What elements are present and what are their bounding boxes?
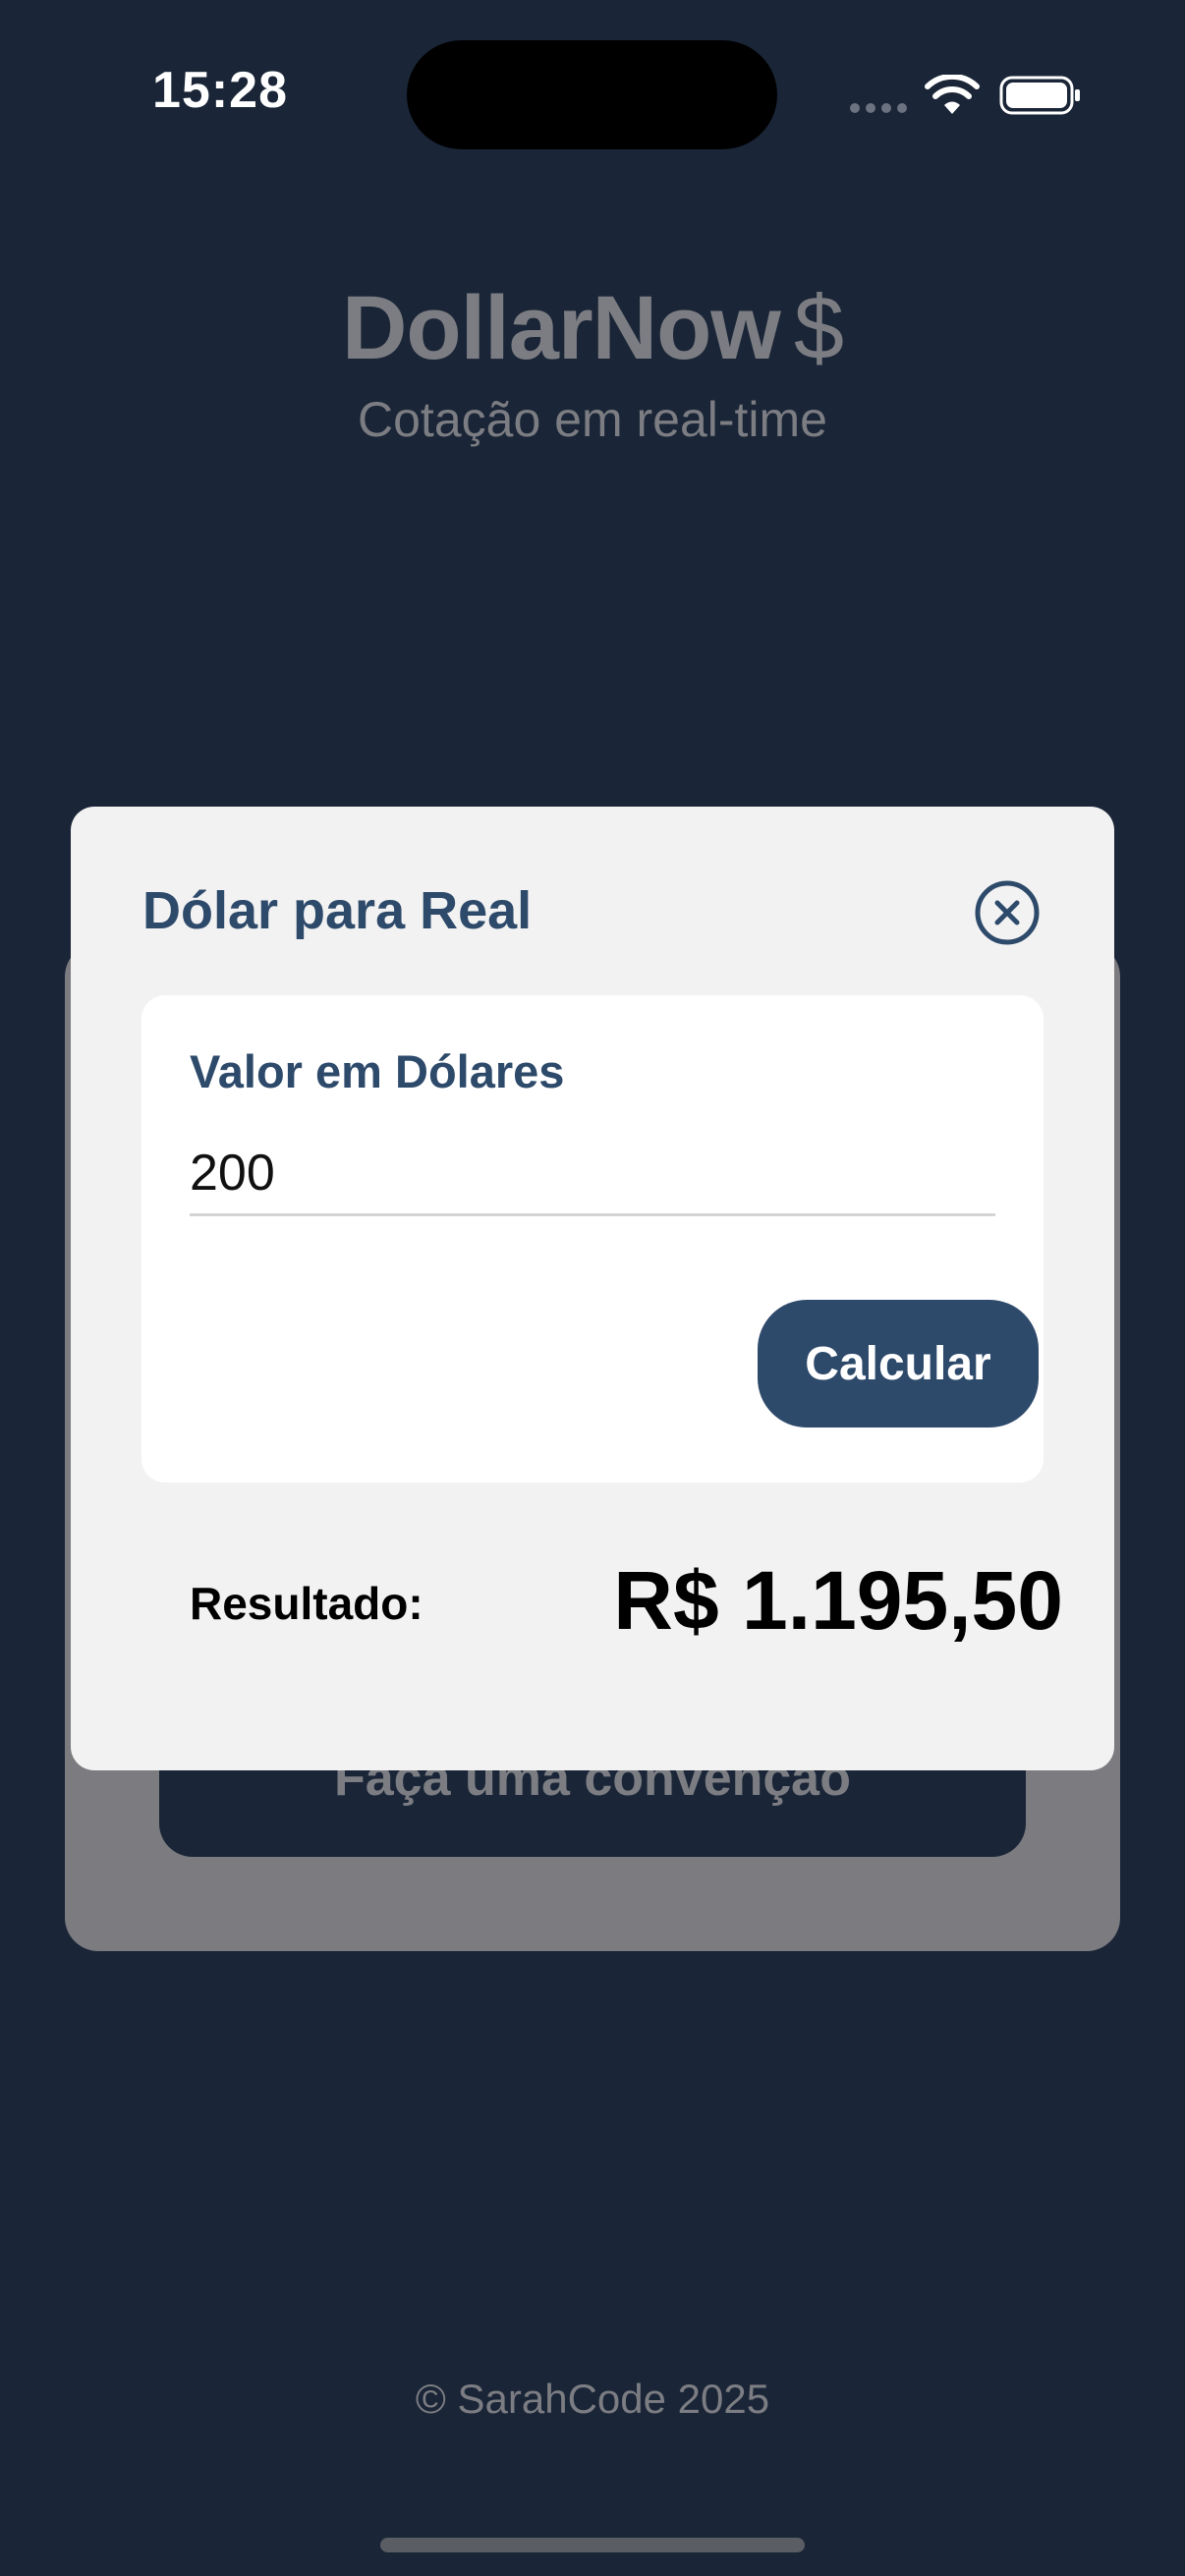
calculate-button[interactable]: Calcular <box>758 1300 1039 1428</box>
conversion-modal: Dólar para Real Valor em Dólares Calcula… <box>71 807 1114 1770</box>
battery-icon <box>999 76 1080 115</box>
dollar-amount-label: Valor em Dólares <box>190 1045 565 1097</box>
signal-icon <box>850 103 907 113</box>
app-subtitle: Cotação em real-time <box>358 392 827 447</box>
input-card: Valor em Dólares Calcular <box>141 995 1044 1483</box>
app-name: DollarNow <box>341 278 781 378</box>
result-label: Resultado: <box>190 1578 423 1629</box>
close-icon[interactable] <box>974 879 1041 946</box>
footer-copyright: © SarahCode 2025 <box>415 2376 770 2422</box>
modal-title: Dólar para Real <box>142 881 533 940</box>
status-time: 15:28 <box>152 62 288 119</box>
dynamic-island <box>407 40 777 149</box>
result-value: R$ 1.195,50 <box>613 1554 1063 1647</box>
home-indicator[interactable] <box>380 2538 805 2552</box>
dollar-icon: $ <box>793 278 844 378</box>
dollar-amount-input[interactable] <box>190 1133 995 1216</box>
wifi-icon <box>925 75 980 114</box>
app-title: DollarNow $ <box>0 277 1185 380</box>
